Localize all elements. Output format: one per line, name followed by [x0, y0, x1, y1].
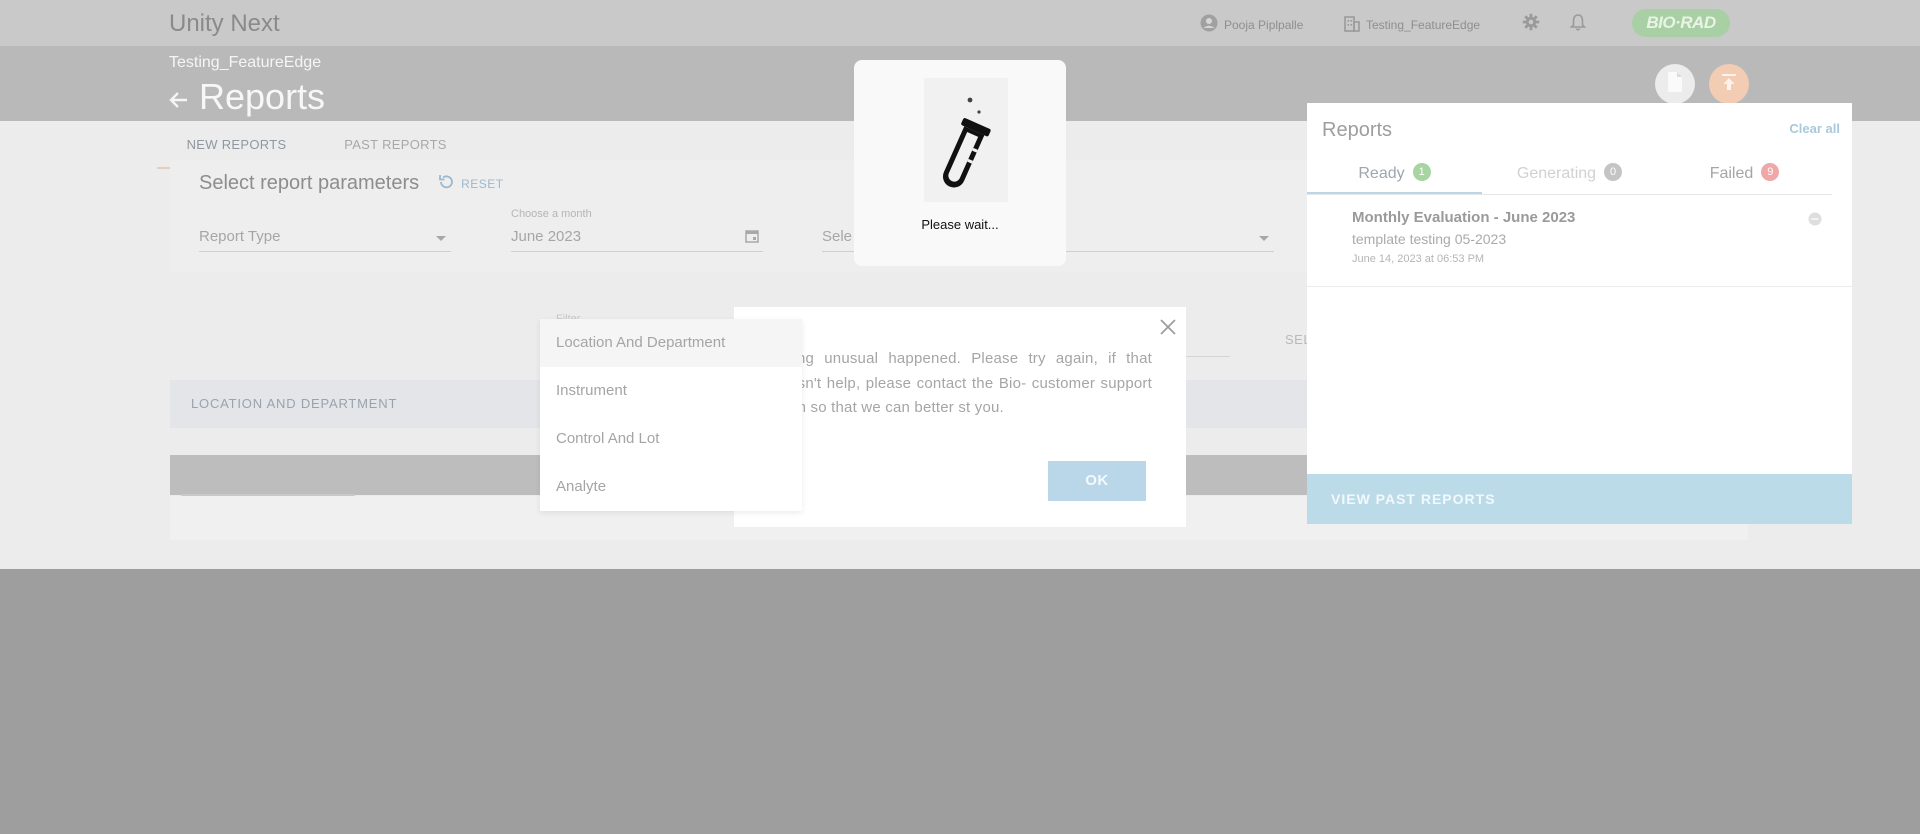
settings-button[interactable] — [1522, 13, 1540, 34]
report-type-select[interactable]: Report Type — [199, 214, 451, 252]
option-instrument[interactable]: Instrument — [540, 367, 802, 415]
failed-count-badge: 9 — [1761, 163, 1780, 181]
tab-generating[interactable]: Generating 0 — [1482, 155, 1657, 194]
parameters-heading: Select report parameters RESET — [199, 172, 504, 195]
lab-breadcrumb: Testing_FeatureEdge — [169, 54, 322, 71]
report-file-button[interactable] — [1655, 64, 1695, 104]
report-entry[interactable]: Monthly Evaluation - June 2023 template … — [1307, 195, 1852, 287]
close-icon[interactable] — [1160, 319, 1176, 340]
month-value: June 2023 — [511, 228, 582, 245]
gear-icon — [1522, 13, 1540, 34]
month-picker[interactable]: Choose a month June 2023 — [511, 208, 763, 252]
dropdown-arrow-icon — [1258, 230, 1270, 248]
reset-button[interactable]: RESET — [437, 173, 504, 194]
tab-generating-label: Generating — [1516, 165, 1597, 182]
remove-icon[interactable] — [1808, 212, 1822, 231]
app-title: Unity Next — [169, 10, 280, 37]
reports-status-tabs: Ready 1 Generating 0 Failed 9 — [1307, 155, 1832, 195]
account-icon — [1200, 14, 1218, 35]
option-location-and-department[interactable]: Location And Department — [540, 319, 802, 367]
reset-icon — [437, 173, 455, 194]
calendar-icon[interactable] — [745, 229, 759, 248]
ready-count-badge: 1 — [1412, 163, 1431, 181]
report-type-placeholder: Report Type — [199, 228, 281, 245]
user-name: Pooja Piplpalle — [1224, 17, 1304, 32]
loading-text: Please wait... — [921, 217, 999, 232]
report-entry-timestamp: June 14, 2023 at 06:53 PM — [1352, 253, 1485, 265]
building-icon — [1344, 14, 1360, 35]
parameters-title: Select report parameters — [199, 172, 420, 194]
reports-panel-title: Reports — [1322, 119, 1393, 141]
upload-button[interactable] — [1709, 64, 1749, 104]
page-title: Reports — [169, 76, 325, 118]
bell-icon — [1569, 13, 1587, 34]
tab-ready[interactable]: Ready 1 — [1307, 155, 1482, 194]
test-tube-icon — [924, 78, 1008, 202]
section-label: LOCATION AND DEPARTMENT — [191, 396, 398, 411]
tab-failed-label: Failed — [1709, 165, 1754, 182]
option-control-and-lot[interactable]: Control And Lot — [540, 415, 802, 463]
loading-dialog: Please wait... — [854, 60, 1066, 266]
dropdown-arrow-icon — [435, 230, 447, 248]
error-message: ething unusual happened. Please try agai… — [772, 350, 1152, 416]
selection-placeholder: Sele — [822, 228, 853, 245]
filter-dropdown-menu: Location And Department Instrument Contr… — [540, 319, 802, 511]
lab-name: Testing_FeatureEdge — [1366, 17, 1481, 32]
notifications-button[interactable] — [1569, 13, 1587, 34]
user-menu[interactable]: Pooja Piplpalle — [1200, 14, 1303, 35]
tab-failed[interactable]: Failed 9 — [1657, 155, 1832, 194]
back-arrow-icon[interactable] — [169, 76, 189, 118]
tab-ready-label: Ready — [1358, 165, 1405, 182]
bio-rad-logo: BIO·RAD — [1632, 9, 1730, 37]
view-past-reports-button[interactable]: VIEW PAST REPORTS — [1307, 474, 1852, 524]
option-analyte[interactable]: Analyte — [540, 463, 802, 511]
document-icon — [1666, 71, 1684, 98]
generating-count-badge: 0 — [1604, 163, 1623, 181]
page-title-text: Reports — [199, 76, 326, 117]
report-entry-subtitle: template testing 05-2023 — [1352, 231, 1507, 247]
clear-all-link[interactable]: Clear all — [1789, 121, 1840, 136]
reports-panel: Reports Clear all Ready 1 Generating 0 F… — [1307, 103, 1852, 524]
lab-selector[interactable]: Testing_FeatureEdge — [1344, 14, 1480, 35]
ok-button[interactable]: OK — [1048, 461, 1146, 501]
report-entry-title: Monthly Evaluation - June 2023 — [1352, 209, 1576, 226]
upload-icon — [1721, 73, 1737, 96]
month-label: Choose a month — [511, 208, 592, 220]
reset-label: RESET — [461, 176, 504, 191]
top-navbar: Unity Next Pooja Piplpalle Testing_Featu… — [0, 0, 1920, 46]
